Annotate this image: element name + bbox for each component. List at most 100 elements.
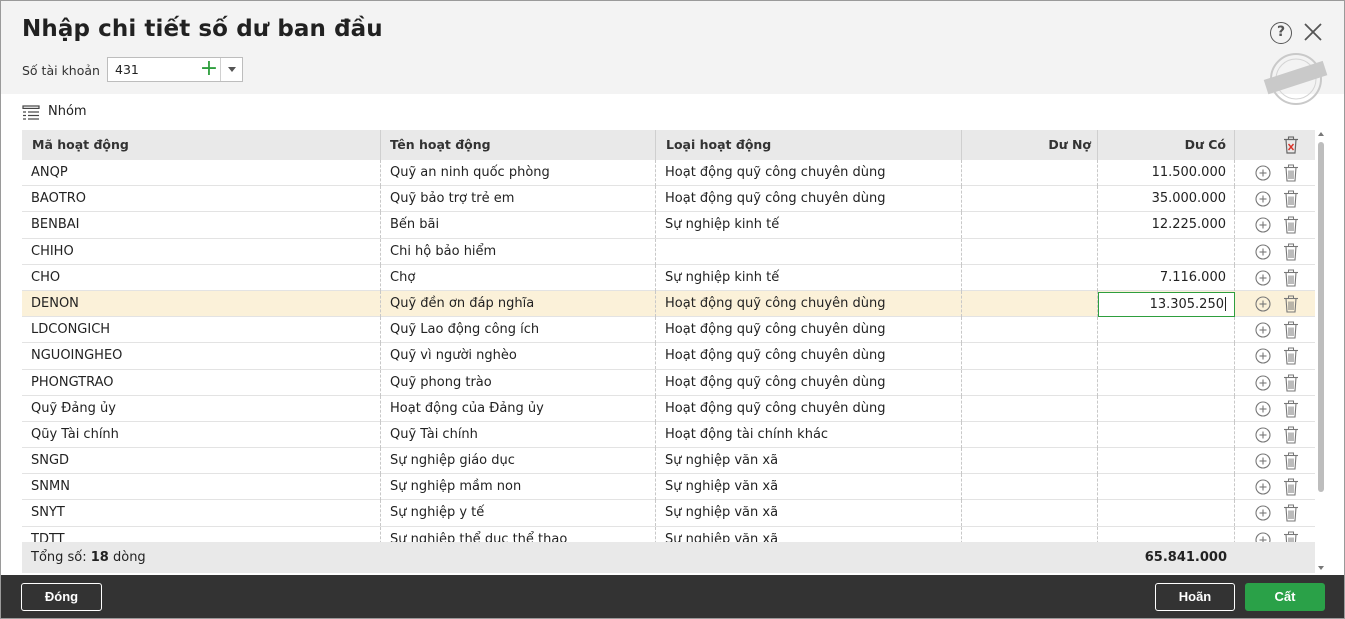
cell-credit[interactable]	[1098, 474, 1235, 501]
vertical-scrollbar[interactable]	[1315, 130, 1327, 573]
cell-credit[interactable]	[1098, 500, 1235, 527]
cell-credit[interactable]	[1098, 343, 1235, 370]
save-button[interactable]: Cất	[1245, 583, 1325, 611]
table-row[interactable]: TDTT Sự nghiệp thể dục thể thao Sự nghiệp …	[22, 526, 1315, 542]
add-row-icon[interactable]	[1255, 270, 1271, 286]
delete-row-icon[interactable]	[1283, 504, 1299, 522]
table-row[interactable]: SNMN Sự nghiệp mầm non Sự nghiệp văn xã	[22, 474, 1315, 501]
cell-credit[interactable]	[1098, 395, 1235, 422]
table-row[interactable]: PHONGTRAO Quỹ phong trào Hoạt động quỹ côn…	[22, 369, 1315, 396]
cell-debit[interactable]	[962, 500, 1098, 527]
cell-debit[interactable]	[962, 317, 1098, 344]
delete-all-icon[interactable]	[1283, 136, 1299, 154]
cell-credit[interactable]	[1098, 526, 1235, 542]
cell-debit[interactable]	[962, 186, 1098, 213]
delete-row-icon[interactable]	[1283, 216, 1299, 234]
chevron-down-icon[interactable]	[221, 58, 243, 81]
cell-debit[interactable]	[962, 264, 1098, 291]
help-icon[interactable]: ?	[1270, 22, 1292, 44]
add-row-icon[interactable]	[1255, 348, 1271, 364]
cell-credit[interactable]: 11.500.000	[1098, 160, 1235, 186]
add-row-icon[interactable]	[1255, 479, 1271, 495]
delete-row-icon[interactable]	[1283, 374, 1299, 392]
delete-row-icon[interactable]	[1283, 426, 1299, 444]
add-row-icon[interactable]	[1255, 532, 1271, 542]
cell-credit[interactable]	[1098, 421, 1235, 448]
cancel-button[interactable]: Hoãn	[1155, 583, 1235, 611]
cell-credit[interactable]	[1098, 369, 1235, 396]
cell-code-text: NGUOINGHEO	[31, 348, 123, 364]
cell-debit[interactable]	[962, 395, 1098, 422]
delete-row-icon[interactable]	[1283, 321, 1299, 339]
table-row[interactable]: DENON Quỹ đền ơn đáp nghĩa Hoạt động quỹ c…	[22, 290, 1315, 318]
table-row[interactable]: LDCONGICH Quỹ Lao động công ích Hoạt động …	[22, 317, 1315, 344]
cell-name-text: Sự nghiệp y tế	[390, 505, 485, 521]
table-row[interactable]: SNGD Sự nghiệp giáo dục Sự nghiệp văn xã	[22, 448, 1315, 475]
add-row-icon[interactable]	[1255, 322, 1271, 338]
cell-debit[interactable]	[962, 343, 1098, 370]
table-row[interactable]: CHO Chợ Sự nghiệp kinh tế 7.116.000	[22, 264, 1315, 291]
add-row-icon[interactable]	[1255, 453, 1271, 469]
cell-credit[interactable]: 12.225.000	[1098, 212, 1235, 239]
add-account-icon[interactable]: +	[198, 58, 220, 81]
close-icon[interactable]	[1302, 21, 1324, 43]
scroll-up-icon[interactable]	[1318, 132, 1324, 136]
delete-row-icon[interactable]	[1283, 347, 1299, 365]
cell-debit[interactable]	[962, 160, 1098, 186]
cell-debit[interactable]	[962, 369, 1098, 396]
add-row-icon[interactable]	[1255, 244, 1271, 260]
cell-credit[interactable]	[1098, 448, 1235, 475]
scrollbar-thumb[interactable]	[1318, 142, 1324, 492]
add-row-icon[interactable]	[1255, 296, 1271, 312]
cell-debit[interactable]	[962, 474, 1098, 501]
cell-debit[interactable]	[962, 448, 1098, 475]
delete-row-icon[interactable]	[1283, 452, 1299, 470]
column-header-type[interactable]: Loại hoạt động	[656, 130, 962, 160]
delete-row-icon[interactable]	[1283, 164, 1299, 182]
delete-row-icon[interactable]	[1283, 295, 1299, 313]
cell-credit[interactable]	[1098, 238, 1235, 265]
delete-row-icon[interactable]	[1283, 531, 1299, 542]
cell-debit[interactable]	[962, 212, 1098, 239]
table-row[interactable]: SNYT Sự nghiệp y tế Sự nghiệp văn xã	[22, 500, 1315, 527]
account-combobox[interactable]: 431 +	[107, 57, 243, 82]
table-row[interactable]: BENBAI Bến bãi Sự nghiệp kinh tế 12.225.000	[22, 212, 1315, 239]
cell-credit[interactable]	[1098, 317, 1235, 344]
column-header-debit[interactable]: Dư Nợ	[962, 130, 1098, 160]
cell-credit[interactable]: 35.000.000	[1098, 186, 1235, 213]
table-row[interactable]: BAOTRO Quỹ bảo trợ trẻ em Hoạt động quỹ cô…	[22, 186, 1315, 213]
table-row[interactable]: CHIHO Chi hộ bảo hiểm	[22, 238, 1315, 265]
add-row-icon[interactable]	[1255, 165, 1271, 181]
delete-row-icon[interactable]	[1283, 400, 1299, 418]
cell-name: Quỹ đền ơn đáp nghĩa	[381, 290, 656, 317]
cell-debit[interactable]	[962, 526, 1098, 542]
account-value[interactable]: 431	[115, 62, 139, 77]
add-row-icon[interactable]	[1255, 427, 1271, 443]
add-row-icon[interactable]	[1255, 401, 1271, 417]
cell-type-text: Sự nghiệp văn xã	[665, 531, 779, 542]
cell-credit[interactable]: 7.116.000	[1098, 264, 1235, 291]
delete-row-icon[interactable]	[1283, 478, 1299, 496]
add-row-icon[interactable]	[1255, 505, 1271, 521]
delete-row-icon[interactable]	[1283, 243, 1299, 261]
add-row-icon[interactable]	[1255, 191, 1271, 207]
column-header-name[interactable]: Tên hoạt động	[381, 130, 656, 160]
add-row-icon[interactable]	[1255, 374, 1271, 391]
close-button[interactable]: Đóng	[21, 583, 102, 611]
table-row[interactable]: NGUOINGHEO Quỹ vì người nghèo Hoạt động qu…	[22, 343, 1315, 370]
add-row-icon[interactable]	[1255, 217, 1271, 233]
delete-row-icon[interactable]	[1283, 269, 1299, 287]
group-label: Nhóm	[48, 104, 87, 119]
cell-debit[interactable]	[962, 290, 1098, 317]
cell-debit[interactable]	[962, 421, 1098, 448]
table-row[interactable]: Qũy Tài chính Quỹ Tài chính Hoạt động tài …	[22, 421, 1315, 449]
cell-debit[interactable]	[962, 238, 1098, 265]
delete-row-icon[interactable]	[1283, 190, 1299, 208]
column-header-code[interactable]: Mã hoạt động	[22, 130, 381, 160]
scroll-down-icon[interactable]	[1318, 566, 1324, 570]
table-row[interactable]: ANQP Quỹ an ninh quốc phòng Hoạt động quỹ …	[22, 160, 1315, 187]
table-row[interactable]: Quỹ Đảng ủy Hoạt động của Đảng ủy Hoạt độn…	[22, 395, 1315, 422]
cell-credit[interactable]: 13.305.250	[1098, 291, 1235, 317]
cell-name-text: Quỹ bảo trợ trẻ em	[390, 191, 515, 207]
column-header-credit[interactable]: Dư Có	[1098, 130, 1235, 160]
